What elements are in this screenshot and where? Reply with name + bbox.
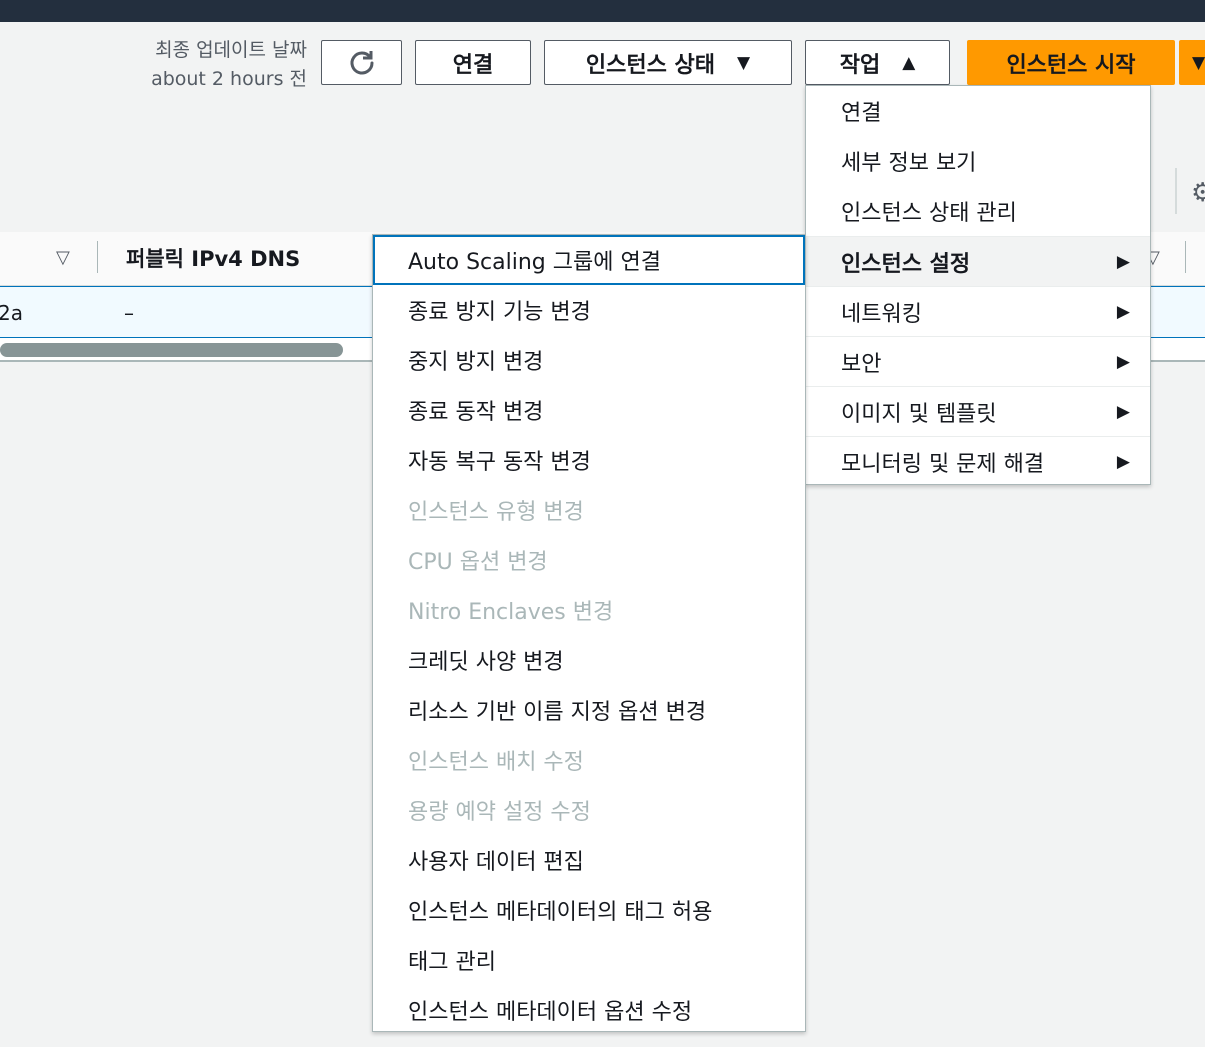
menu-item-label: 인스턴스 설정 (841, 251, 971, 277)
menu-item-networking[interactable]: 네트워킹 ▶ (806, 286, 1150, 336)
menu-item-change-credit-specification[interactable]: 크레딧 사양 변경 (373, 635, 805, 685)
menu-item-label: 이미지 및 템플릿 (841, 401, 997, 427)
menu-item-change-shutdown-behavior[interactable]: 종료 동작 변경 (373, 385, 805, 435)
horizontal-scrollbar[interactable] (0, 343, 343, 357)
last-updated-label: 최종 업데이트 날짜 (155, 39, 307, 61)
menu-item-attach-to-asg[interactable]: Auto Scaling 그룹에 연결 (373, 235, 805, 285)
instance-state-label: 인스턴스 상태 (585, 52, 716, 78)
last-updated: 최종 업데이트 날짜 about 2 hours 전 (151, 36, 307, 94)
divider (1175, 168, 1177, 214)
menu-item-label: 리소스 기반 이름 지정 옵션 변경 (408, 700, 707, 725)
menu-item-label: 보안 (841, 351, 882, 377)
connect-button-label: 연결 (452, 52, 494, 78)
launch-instance-button[interactable]: 인스턴스 시작 (967, 40, 1175, 85)
sort-icon[interactable]: ▽ (56, 247, 70, 268)
menu-item-label: 자동 복구 동작 변경 (408, 450, 591, 475)
menu-item-label: 종료 동작 변경 (408, 400, 544, 425)
menu-item-label: 중지 방지 변경 (408, 350, 544, 375)
menu-item-label: 인스턴스 상태 관리 (841, 201, 1017, 226)
caret-down-icon: ▼ (1192, 52, 1205, 73)
menu-item-allow-tags-in-metadata[interactable]: 인스턴스 메타데이터의 태그 허용 (373, 885, 805, 935)
refresh-button[interactable] (321, 40, 402, 85)
menu-item-label: 사용자 데이터 편집 (408, 850, 584, 875)
submenu-arrow-icon: ▶ (1116, 401, 1130, 422)
column-header-public-dns[interactable]: 퍼블릭 IPv4 DNS (126, 243, 300, 273)
caret-up-icon: ▲ (902, 52, 916, 73)
menu-item-label: 세부 정보 보기 (841, 151, 977, 176)
instance-settings-submenu: Auto Scaling 그룹에 연결 종료 방지 기능 변경 중지 방지 변경… (372, 234, 806, 1032)
column-divider[interactable] (97, 241, 98, 273)
actions-button[interactable]: 작업 ▲ (805, 40, 950, 85)
menu-item-change-auto-recovery[interactable]: 자동 복구 동작 변경 (373, 435, 805, 485)
table-cell-public-dns: – (124, 301, 134, 325)
menu-item-connect[interactable]: 연결 (806, 86, 1150, 136)
submenu-arrow-icon: ▶ (1116, 301, 1130, 322)
submenu-arrow-icon: ▶ (1116, 451, 1130, 472)
menu-item-label: 인스턴스 메타데이터의 태그 허용 (408, 900, 713, 925)
menu-item-image-and-templates[interactable]: 이미지 및 템플릿 ▶ (806, 386, 1150, 436)
top-navigation-bar (0, 0, 1205, 22)
menu-item-security[interactable]: 보안 ▶ (806, 336, 1150, 386)
menu-item-change-resource-naming[interactable]: 리소스 기반 이름 지정 옵션 변경 (373, 685, 805, 735)
menu-item-change-stop-protection[interactable]: 중지 방지 변경 (373, 335, 805, 385)
menu-item-modify-capacity-reservation: 용량 예약 설정 수정 (373, 785, 805, 835)
menu-item-label: Auto Scaling 그룹에 연결 (408, 250, 661, 275)
instance-state-button[interactable]: 인스턴스 상태 ▼ (544, 40, 792, 85)
menu-item-label: 인스턴스 메타데이터 옵션 수정 (408, 1000, 693, 1025)
menu-item-label: 종료 방지 기능 변경 (408, 300, 591, 325)
menu-item-change-termination-protection[interactable]: 종료 방지 기능 변경 (373, 285, 805, 335)
caret-down-icon: ▼ (737, 52, 751, 73)
menu-item-change-cpu-options: CPU 옵션 변경 (373, 535, 805, 585)
menu-item-manage-instance-state[interactable]: 인스턴스 상태 관리 (806, 186, 1150, 236)
menu-item-label: CPU 옵션 변경 (408, 550, 548, 575)
menu-item-change-instance-type: 인스턴스 유형 변경 (373, 485, 805, 535)
launch-instance-dropdown-button[interactable]: ▼ (1179, 40, 1205, 85)
menu-item-label: 태그 관리 (408, 950, 496, 975)
table-cell: 2a (0, 301, 23, 325)
submenu-arrow-icon: ▶ (1116, 351, 1130, 372)
column-divider[interactable] (1185, 241, 1186, 273)
menu-item-manage-tags[interactable]: 태그 관리 (373, 935, 805, 985)
actions-menu: 연결 세부 정보 보기 인스턴스 상태 관리 인스턴스 설정 ▶ 네트워킹 ▶ 보안… (805, 85, 1151, 485)
last-updated-value: about 2 hours 전 (151, 68, 307, 90)
actions-label: 작업 (839, 52, 881, 78)
gear-icon[interactable]: ⚙ (1191, 178, 1205, 208)
menu-item-label: 인스턴스 유형 변경 (408, 500, 584, 525)
menu-item-label: 연결 (841, 101, 882, 126)
menu-item-label: 모니터링 및 문제 해결 (841, 451, 1045, 477)
menu-item-label: 네트워킹 (841, 301, 922, 327)
menu-item-view-details[interactable]: 세부 정보 보기 (806, 136, 1150, 186)
menu-item-modify-metadata-options[interactable]: 인스턴스 메타데이터 옵션 수정 (373, 985, 805, 1035)
menu-item-label: Nitro Enclaves 변경 (408, 600, 614, 625)
menu-item-label: 인스턴스 배치 수정 (408, 750, 584, 775)
launch-instance-label: 인스턴스 시작 (1006, 52, 1136, 78)
menu-item-edit-user-data[interactable]: 사용자 데이터 편집 (373, 835, 805, 885)
refresh-icon (350, 50, 373, 74)
menu-item-instance-settings[interactable]: 인스턴스 설정 ▶ (806, 236, 1150, 286)
menu-item-monitor-and-troubleshoot[interactable]: 모니터링 및 문제 해결 ▶ (806, 436, 1150, 486)
menu-item-change-nitro-enclaves: Nitro Enclaves 변경 (373, 585, 805, 635)
connect-button[interactable]: 연결 (415, 40, 531, 85)
menu-item-label: 용량 예약 설정 수정 (408, 800, 591, 825)
submenu-arrow-icon: ▶ (1116, 251, 1130, 272)
menu-item-label: 크레딧 사양 변경 (408, 650, 564, 675)
menu-item-modify-placement: 인스턴스 배치 수정 (373, 735, 805, 785)
